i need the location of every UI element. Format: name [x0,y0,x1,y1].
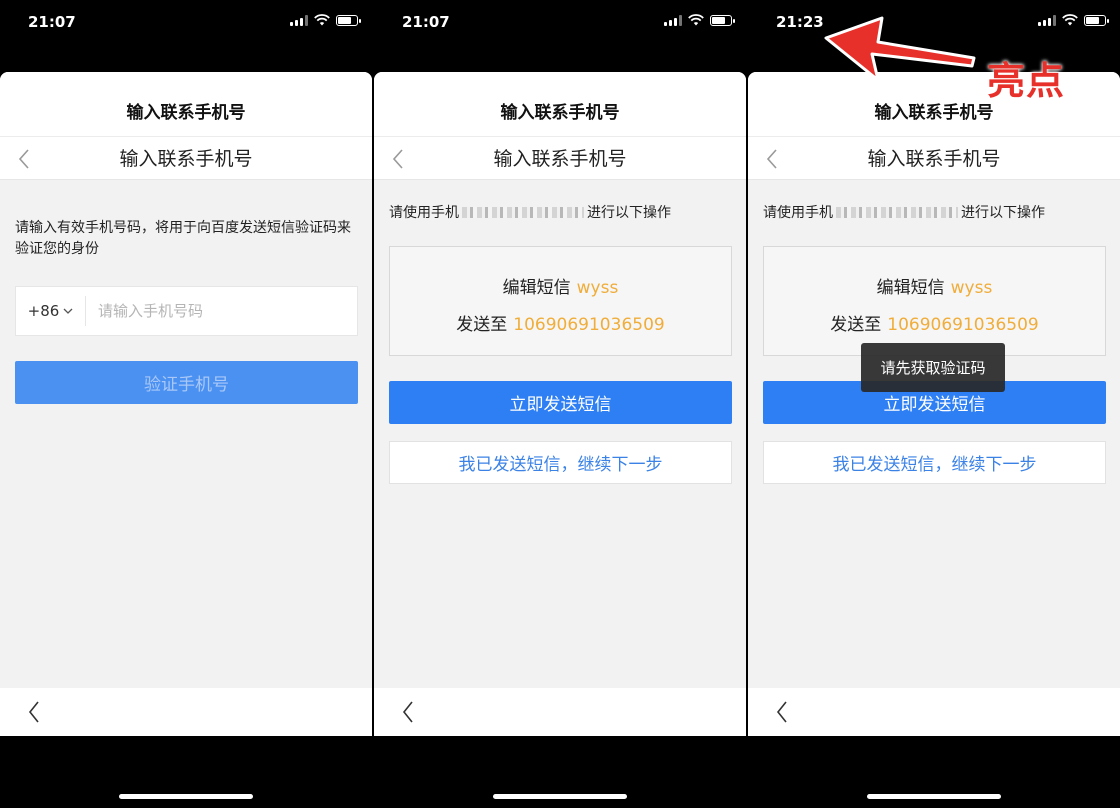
country-code-select[interactable]: +86 [16,296,86,326]
sms-sent-continue-button[interactable]: 我已发送短信，继续下一步 [763,441,1106,484]
sms-sent-continue-button[interactable]: 我已发送短信，继续下一步 [389,441,732,484]
phone-row: +86 [15,286,358,336]
signal-icon [1038,14,1056,26]
toast-message: 请先获取验证码 [861,343,1005,392]
country-code-value: +86 [27,302,60,320]
sms-target-line: 发送至 10690691036509 [390,310,731,335]
bottom-toolbar [748,688,1120,736]
bottom-back-button[interactable] [770,698,794,726]
bottom-back-button[interactable] [396,698,420,726]
chevron-left-icon [402,701,413,723]
back-button[interactable] [12,137,36,181]
phone-screen-2: 21:07 输入联系手机号 输入联系手机号 请使用手机 进行以下操作 编辑短信 w… [374,0,746,808]
use-phone-suffix: 进行以下操作 [961,205,1045,221]
wifi-icon [314,14,330,26]
content-area: 请输入有效手机号码，将用于向百度发送短信验证码来验证您的身份 +86 验证手机号 [0,180,372,688]
sms-code: wyss [950,278,993,298]
verify-phone-button[interactable]: 验证手机号 [15,361,358,404]
chevron-down-icon [63,308,73,314]
modal-sheet: 输入联系手机号 输入联系手机号 请输入有效手机号码，将用于向百度发送短信验证码来… [0,72,372,736]
sheet-title: 输入联系手机号 [374,72,746,136]
wifi-icon [688,14,704,26]
nav-title: 输入联系手机号 [493,148,627,170]
nav-bar: 输入联系手机号 [0,136,372,180]
nav-bar: 输入联系手机号 [374,136,746,180]
phone-screen-3: 21:23 输入联系手机号 输入联系手机号 请使用手机 进行以下操作 编辑短信 w… [748,0,1120,808]
bottom-toolbar [0,688,372,736]
wifi-icon [1062,14,1078,26]
modal-sheet: 输入联系手机号 输入联系手机号 请使用手机 进行以下操作 编辑短信 wyss 发送… [374,72,746,736]
home-indicator[interactable] [119,794,253,799]
use-phone-text: 请使用手机 进行以下操作 [763,202,1045,222]
sms-content-line: 编辑短信 wyss [764,273,1105,298]
home-indicator[interactable] [867,794,1001,799]
signal-icon [664,14,682,26]
redacted-phone-number [836,206,958,218]
send-to-label: 发送至 [456,315,508,335]
battery-icon [1084,14,1109,26]
status-icons [290,14,361,26]
battery-icon [336,14,361,26]
status-time: 21:23 [776,13,824,31]
redacted-phone-number [462,206,584,218]
send-to-label: 发送至 [830,315,882,335]
use-phone-prefix: 请使用手机 [389,205,459,221]
modal-sheet: 输入联系手机号 输入联系手机号 请使用手机 进行以下操作 编辑短信 wyss 发送… [748,72,1120,736]
battery-icon [710,14,735,26]
status-time: 21:07 [402,13,450,31]
sms-instruction-box: 编辑短信 wyss 发送至 10690691036509 [763,246,1106,356]
back-button[interactable] [760,137,784,181]
content-area: 请使用手机 进行以下操作 编辑短信 wyss 发送至 10690691036509 … [748,180,1120,688]
signal-icon [290,14,308,26]
hint-text: 请输入有效手机号码，将用于向百度发送短信验证码来验证您的身份 [15,220,351,257]
sms-code: wyss [576,278,619,298]
chevron-left-icon [392,149,403,169]
sheet-title: 输入联系手机号 [0,72,372,136]
use-phone-suffix: 进行以下操作 [587,205,671,221]
phone-screen-1: 21:07 输入联系手机号 输入联系手机号 请输入有效手机号码，将用于向百度发送… [0,0,372,808]
sms-instruction-box: 编辑短信 wyss 发送至 10690691036509 [389,246,732,356]
use-phone-text: 请使用手机 进行以下操作 [389,202,671,222]
status-icons [664,14,735,26]
sms-number: 10690691036509 [513,315,665,335]
edit-sms-label: 编辑短信 [502,278,571,298]
phone-input[interactable] [86,302,357,320]
chevron-left-icon [776,701,787,723]
bottom-back-button[interactable] [22,698,46,726]
highlight-label: 亮点 [987,59,1066,103]
chevron-left-icon [766,149,777,169]
nav-title: 输入联系手机号 [867,148,1001,170]
sms-target-line: 发送至 10690691036509 [764,310,1105,335]
use-phone-prefix: 请使用手机 [763,205,833,221]
nav-bar: 输入联系手机号 [748,136,1120,180]
back-button[interactable] [386,137,410,181]
sms-number: 10690691036509 [887,315,1039,335]
sms-content-line: 编辑短信 wyss [390,273,731,298]
home-indicator[interactable] [493,794,627,799]
status-icons [1038,14,1109,26]
bottom-toolbar [374,688,746,736]
send-sms-button[interactable]: 立即发送短信 [389,381,732,424]
nav-title: 输入联系手机号 [119,148,253,170]
content-area: 请使用手机 进行以下操作 编辑短信 wyss 发送至 10690691036509 … [374,180,746,688]
chevron-left-icon [28,701,39,723]
status-time: 21:07 [28,13,76,31]
chevron-left-icon [18,149,29,169]
edit-sms-label: 编辑短信 [876,278,945,298]
